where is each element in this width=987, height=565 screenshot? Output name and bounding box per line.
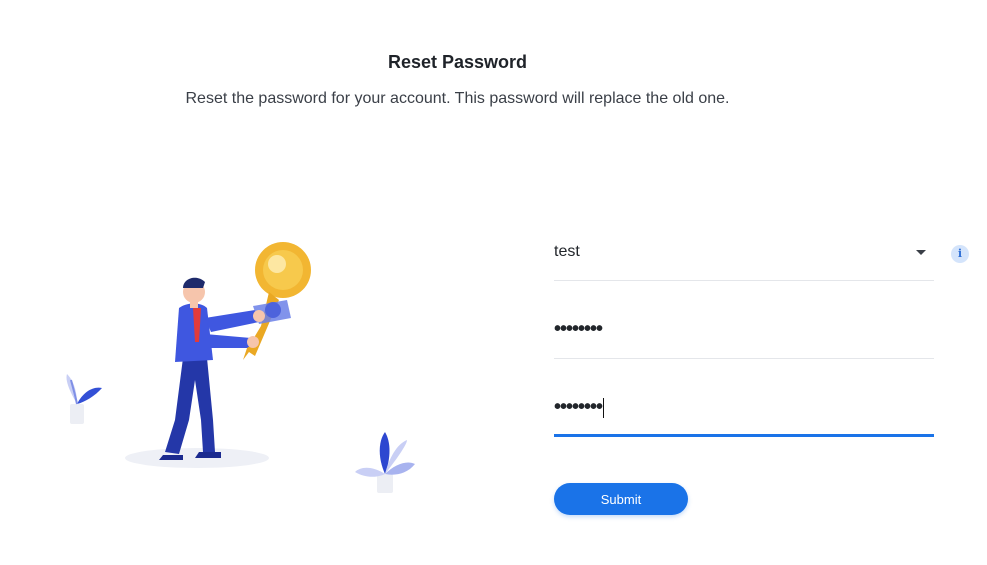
- reset-password-form: test •••••••• ••••••••: [554, 225, 934, 459]
- page-title: Reset Password: [387, 52, 528, 72]
- chevron-down-icon[interactable]: [916, 250, 926, 255]
- hand-left: [253, 310, 265, 322]
- confirm-password-field[interactable]: ••••••••: [554, 381, 934, 437]
- new-password-field[interactable]: ••••••••: [554, 303, 934, 359]
- key-illustration: [66, 242, 415, 493]
- info-icon[interactable]: i: [951, 245, 969, 263]
- hand-right: [247, 336, 259, 348]
- username-select[interactable]: test: [554, 225, 934, 281]
- username-value: test: [554, 243, 580, 260]
- left-plant: [66, 374, 102, 424]
- confirm-password-value: ••••••••: [554, 396, 603, 418]
- new-password-value: ••••••••: [554, 318, 603, 340]
- page-subtitle: Reset the password for your account. Thi…: [185, 90, 730, 107]
- text-cursor: [603, 397, 605, 418]
- right-plant: [355, 432, 415, 493]
- man-figure: [159, 277, 259, 460]
- submit-button[interactable]: Submit: [554, 483, 688, 515]
